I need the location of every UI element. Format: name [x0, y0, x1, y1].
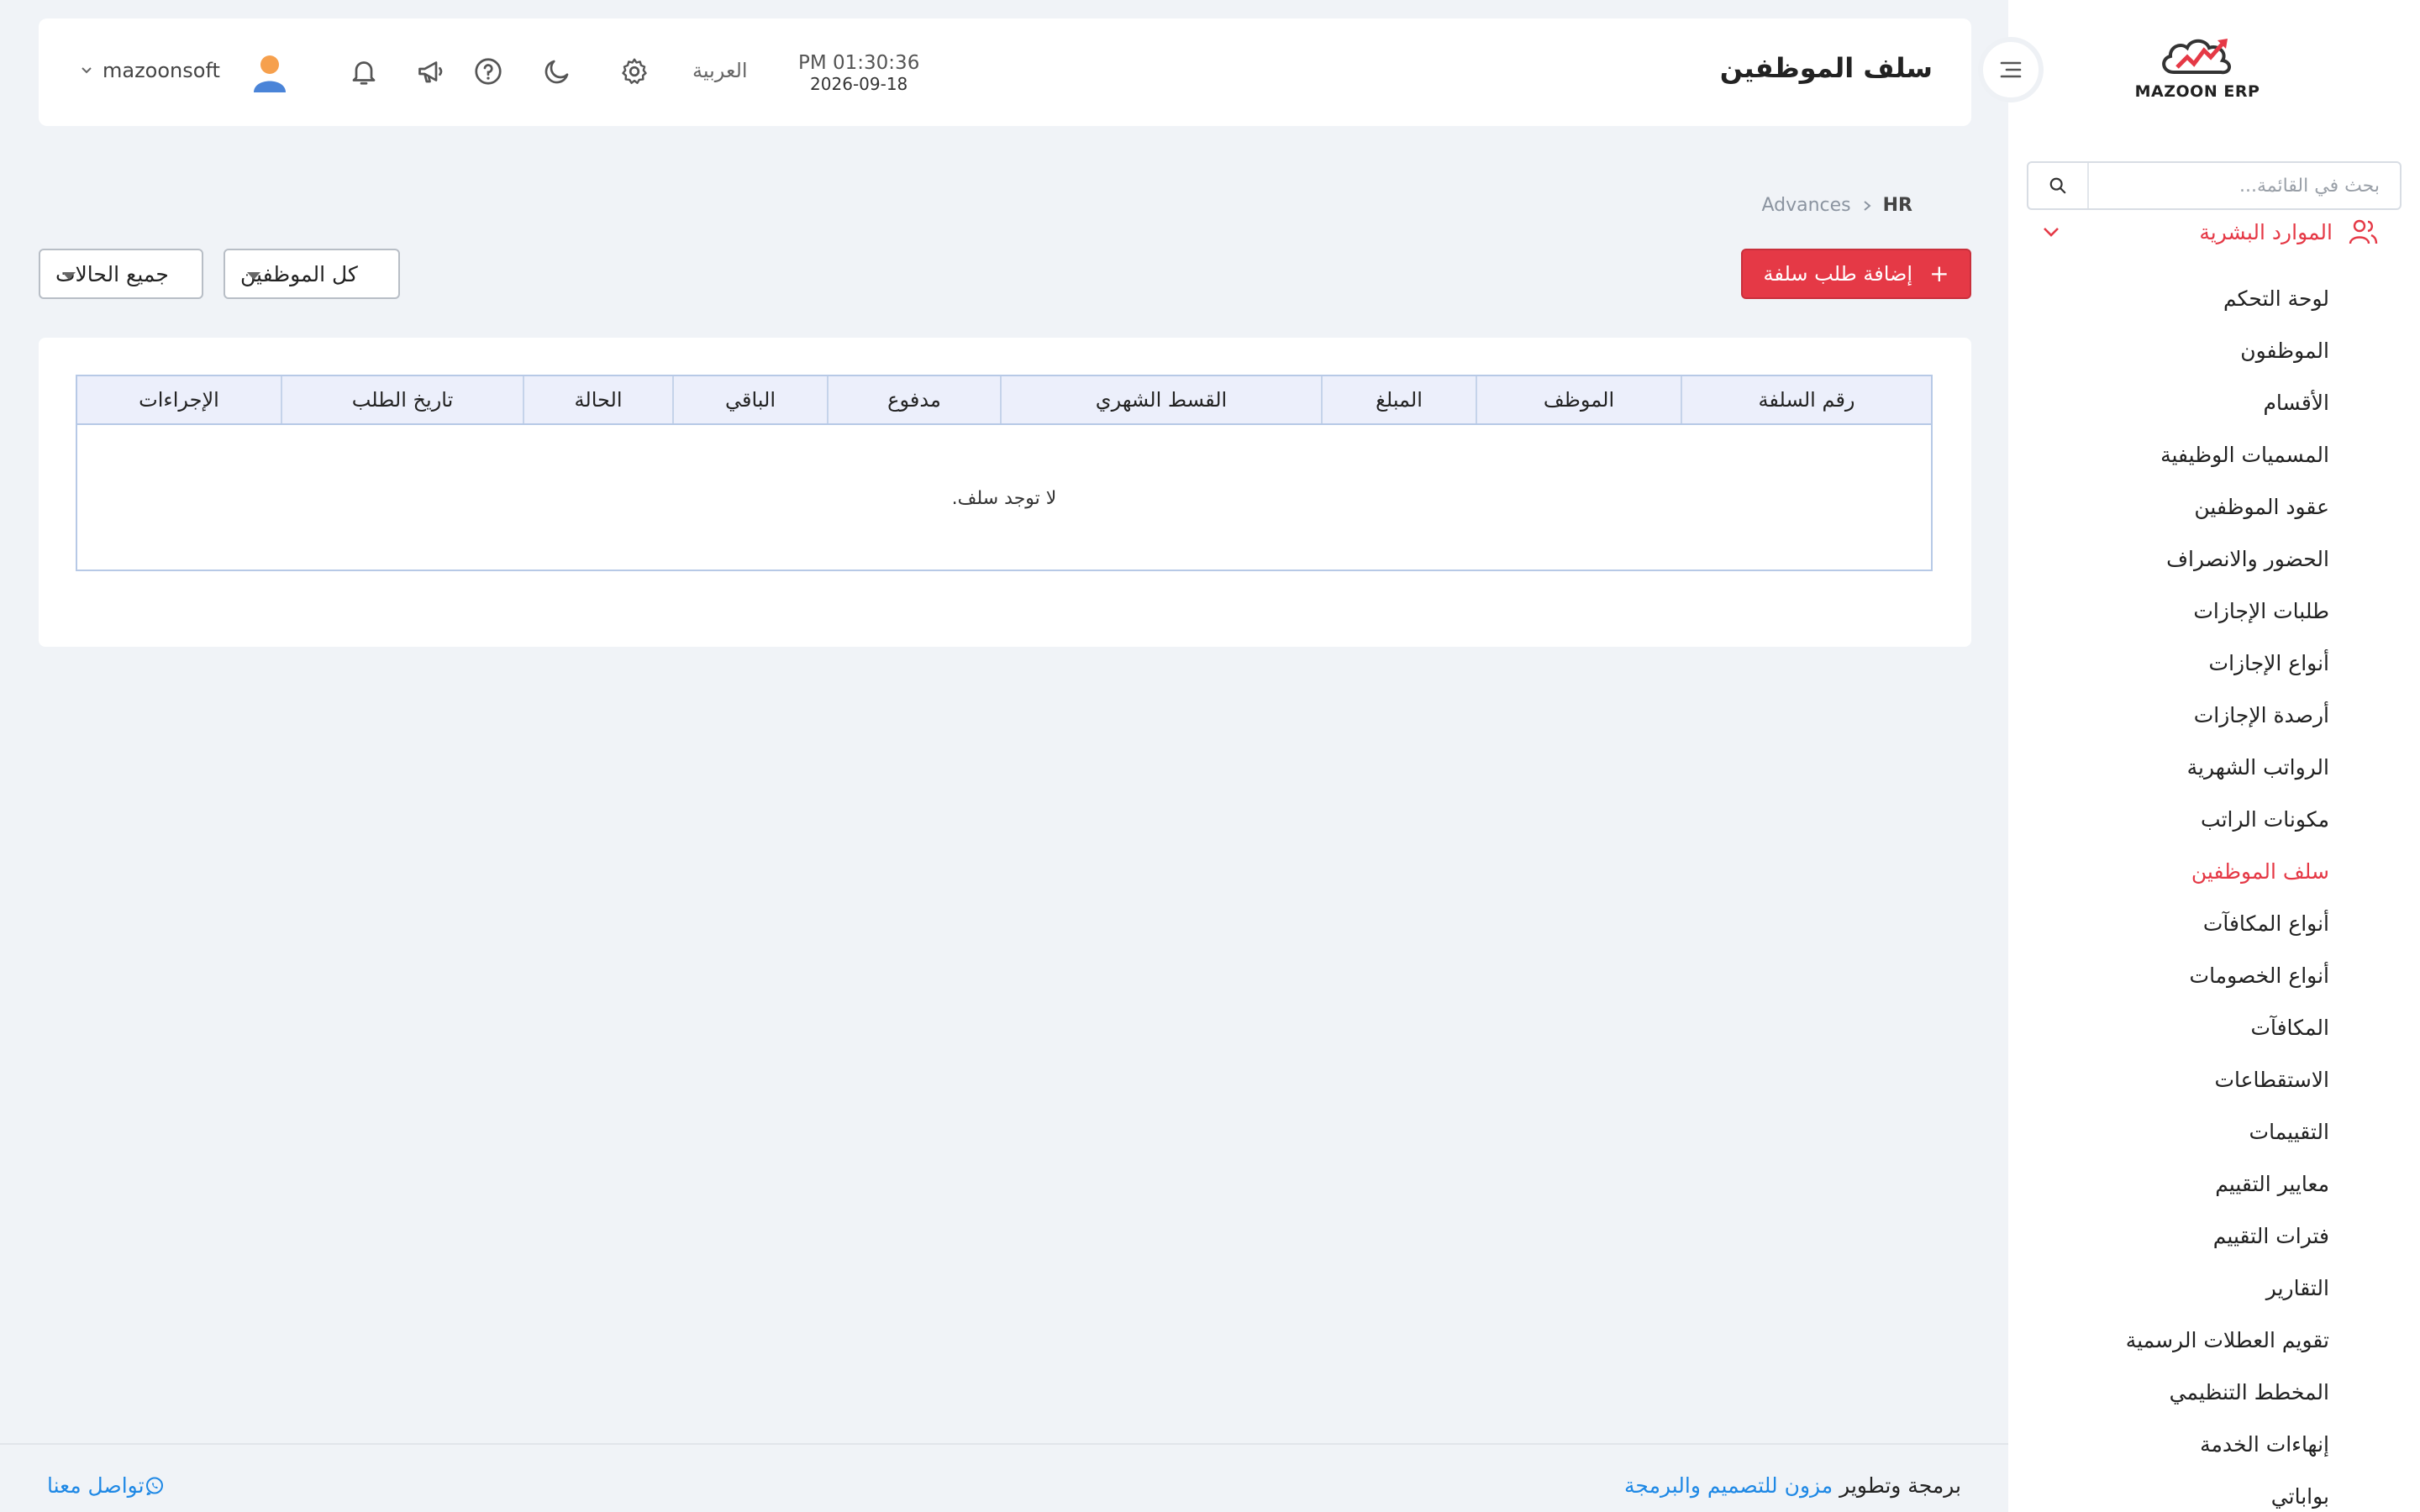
sidebar-item-leave-types[interactable]: أنواع الإجازات: [2044, 637, 2329, 689]
help-icon[interactable]: [471, 54, 506, 89]
sidebar-item-terminations[interactable]: إنهاءات الخدمة: [2044, 1418, 2329, 1470]
sidebar-item-my-portals[interactable]: بواباتي: [2044, 1470, 2329, 1512]
empty-state: لا توجد سلف.: [951, 487, 1057, 509]
user-menu[interactable]: mazoonsoft: [81, 59, 220, 82]
column-header[interactable]: القسط الشهري: [1000, 376, 1321, 423]
status-filter-select[interactable]: جميع الحالات: [39, 249, 203, 299]
advances-table: رقم السلفة الموظف المبلغ القسط الشهري مد…: [76, 375, 1933, 571]
username: mazoonsoft: [103, 59, 220, 82]
top-header: سلف الموظفين PM 01:30:36 2026-09-18 العر…: [39, 18, 1971, 126]
dropdown-arrow-icon: [247, 272, 260, 280]
sidebar-item-evaluation-criteria[interactable]: معايير التقييم: [2044, 1158, 2329, 1210]
sidebar-menu: لوحة التحكم الموظفون الأقسام المسميات ال…: [2044, 272, 2329, 1512]
sidebar-item-leave-requests[interactable]: طلبات الإجازات: [2044, 585, 2329, 637]
logo-text: MAZOON ERP: [2134, 82, 2260, 101]
sidebar-item-reports[interactable]: التقارير: [2044, 1262, 2329, 1314]
column-header[interactable]: الباقي: [672, 376, 827, 423]
plus-icon: +: [1929, 260, 1949, 287]
sidebar-item-bonuses[interactable]: المكافآت: [2044, 1001, 2329, 1053]
sidebar-item-bonus-types[interactable]: أنواع المكافآت: [2044, 897, 2329, 949]
avatar[interactable]: [249, 52, 291, 94]
gear-icon[interactable]: [617, 54, 652, 89]
sidebar-item-employees[interactable]: الموظفون: [2044, 324, 2329, 376]
search-icon[interactable]: [2028, 163, 2089, 208]
sidebar: MAZOON ERP الموارد البشرية لوحة التحكم ا…: [2008, 0, 2420, 1512]
add-advance-label: إضافة طلب سلفة: [1763, 262, 1913, 286]
clock: PM 01:30:36 2026-09-18: [798, 52, 919, 94]
sidebar-item-attendance[interactable]: الحضور والانصراف: [2044, 533, 2329, 585]
column-header[interactable]: رقم السلفة: [1681, 376, 1931, 423]
sidebar-group-label: الموارد البشرية: [2199, 219, 2333, 244]
sidebar-item-salary-components[interactable]: مكونات الراتب: [2044, 793, 2329, 845]
add-advance-button[interactable]: + إضافة طلب سلفة: [1741, 249, 1971, 299]
chevron-down-icon[interactable]: [2042, 226, 2060, 238]
clock-date: 2026-09-18: [810, 74, 908, 94]
contact-us-link[interactable]: تواصل معنا: [47, 1473, 178, 1498]
footer-credit-prefix: برمجة وتطوير: [1839, 1473, 1961, 1498]
footer: برمجة وتطوير مزون للتصميم والبرمجة تواصل…: [0, 1443, 2008, 1512]
breadcrumb-current: Advances: [1761, 195, 1851, 216]
breadcrumb: Advances HR: [1761, 195, 1912, 216]
chevron-down-icon: [81, 66, 92, 75]
sidebar-item-evaluations[interactable]: التقييمات: [2044, 1105, 2329, 1158]
sidebar-item-payroll[interactable]: الرواتب الشهرية: [2044, 741, 2329, 793]
table-header: رقم السلفة الموظف المبلغ القسط الشهري مد…: [77, 376, 1931, 425]
page-title: سلف الموظفين: [1719, 52, 1933, 84]
advances-card: رقم السلفة الموظف المبلغ القسط الشهري مد…: [39, 338, 1971, 647]
footer-credit-link[interactable]: مزون للتصميم والبرمجة: [1624, 1473, 1833, 1498]
column-header[interactable]: المبلغ: [1321, 376, 1476, 423]
employees-filter-select[interactable]: كل الموظفين: [224, 249, 400, 299]
users-icon: [2348, 218, 2378, 245]
column-header[interactable]: الموظف: [1476, 376, 1681, 423]
sidebar-item-job-titles[interactable]: المسميات الوظيفية: [2044, 428, 2329, 480]
sidebar-item-org-chart[interactable]: المخطط التنظيمي: [2044, 1366, 2329, 1418]
column-header: الإجراءات: [139, 388, 219, 412]
moon-icon[interactable]: [539, 54, 575, 89]
sidebar-item-holidays-calendar[interactable]: تقويم العطلات الرسمية: [2044, 1314, 2329, 1366]
menu-toggle-icon[interactable]: [1978, 37, 2044, 102]
contact-us-label: تواصل معنا: [47, 1473, 145, 1498]
sidebar-item-evaluation-periods[interactable]: فترات التقييم: [2044, 1210, 2329, 1262]
sidebar-search-input[interactable]: [2089, 163, 2400, 208]
column-header[interactable]: الحالة: [523, 376, 672, 423]
logo[interactable]: MAZOON ERP: [1991, 34, 2403, 118]
sidebar-item-departments[interactable]: الأقسام: [2044, 376, 2329, 428]
breadcrumb-root[interactable]: HR: [1883, 195, 1912, 216]
footer-credit: برمجة وتطوير مزون للتصميم والبرمجة: [1624, 1473, 1961, 1498]
dropdown-arrow-icon: [62, 272, 76, 280]
chevron-right-icon: [1863, 200, 1871, 212]
sidebar-item-deduction-types[interactable]: أنواع الخصومات: [2044, 949, 2329, 1001]
sidebar-item-deductions[interactable]: الاستقطاعات: [2044, 1053, 2329, 1105]
column-header[interactable]: تاريخ الطلب: [281, 376, 523, 423]
logo-cloud-icon: [2162, 39, 2231, 75]
sidebar-item-leave-balances[interactable]: أرصدة الإجازات: [2044, 689, 2329, 741]
sidebar-item-advances[interactable]: سلف الموظفين: [2044, 845, 2329, 897]
whatsapp-icon: [145, 1476, 165, 1496]
clock-time: PM 01:30:36: [798, 52, 920, 74]
megaphone-icon[interactable]: [413, 54, 449, 89]
sidebar-group-hr[interactable]: الموارد البشرية: [2042, 215, 2378, 249]
language-switch[interactable]: العربية: [692, 59, 748, 82]
bell-icon[interactable]: [346, 54, 381, 89]
column-header[interactable]: مدفوع: [827, 376, 1000, 423]
sidebar-item-contracts[interactable]: عقود الموظفين: [2044, 480, 2329, 533]
sidebar-search: [2027, 161, 2402, 210]
sidebar-item-dashboard[interactable]: لوحة التحكم: [2044, 272, 2329, 324]
